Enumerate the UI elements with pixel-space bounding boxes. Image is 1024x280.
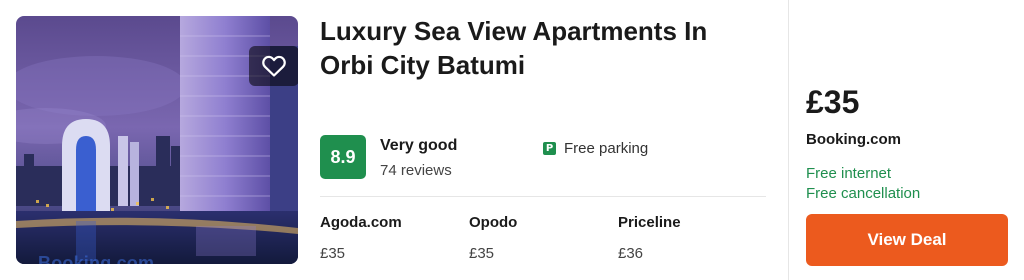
divider xyxy=(320,196,766,197)
amenity-free-parking: P Free parking xyxy=(543,140,648,157)
heart-icon xyxy=(262,55,286,77)
provider-price: £36 xyxy=(618,245,644,262)
perk-free-cancellation: Free cancellation xyxy=(806,185,921,202)
review-count[interactable]: 74 reviews xyxy=(380,162,452,179)
provider-offer-opodo[interactable]: Opodo £35 xyxy=(469,214,609,262)
provider-name: Priceline xyxy=(618,214,681,231)
parking-icon: P xyxy=(543,142,556,155)
provider-offer-priceline[interactable]: Priceline £36 xyxy=(618,214,758,262)
hotel-photo[interactable]: Booking.com xyxy=(16,16,298,264)
rating-label: Very good xyxy=(380,137,458,154)
image-watermark: Booking.com xyxy=(38,253,155,264)
provider-name: Agoda.com xyxy=(320,214,402,231)
provider-offer-agoda[interactable]: Agoda.com £35 xyxy=(320,214,460,262)
provider-price: £35 xyxy=(320,245,346,262)
provider-name: Opodo xyxy=(469,214,518,231)
favorite-button[interactable] xyxy=(249,46,298,86)
hotel-listing-card: Booking.com Luxury Sea View Apartments I… xyxy=(0,0,1024,280)
hotel-title[interactable]: Luxury Sea View Apartments In Orbi City … xyxy=(320,14,760,82)
view-deal-button[interactable]: View Deal xyxy=(806,214,1008,266)
provider-price: £35 xyxy=(469,245,495,262)
perk-free-internet: Free internet xyxy=(806,165,892,182)
deal-price: £35 xyxy=(806,84,860,120)
column-divider xyxy=(788,0,789,280)
amenity-label: Free parking xyxy=(564,140,649,157)
rating-badge: 8.9 xyxy=(320,135,366,179)
deal-site: Booking.com xyxy=(806,131,902,148)
